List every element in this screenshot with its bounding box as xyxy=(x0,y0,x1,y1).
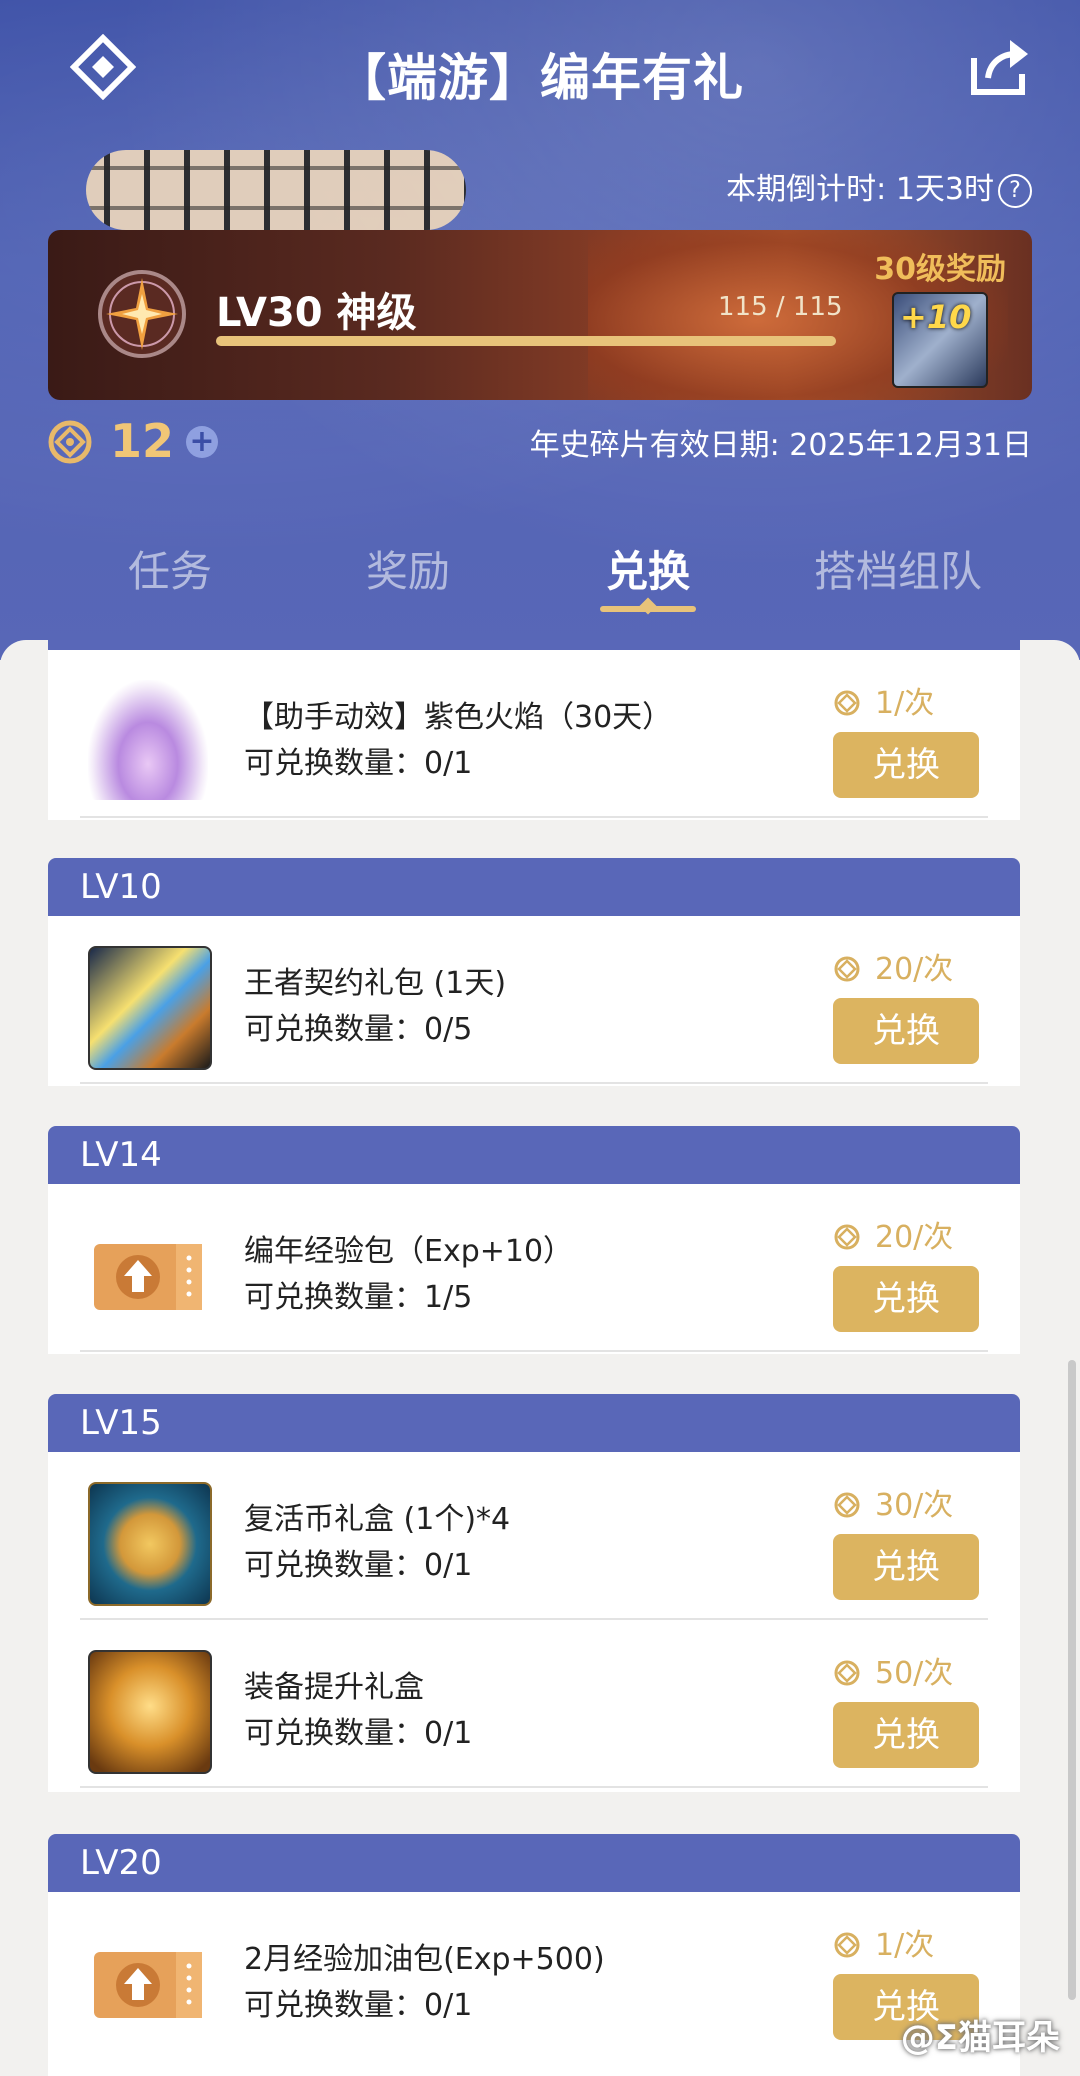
item-name: 复活币礼盒 (1个)*4 xyxy=(244,1502,511,1537)
group-header: LV10 xyxy=(48,858,1020,916)
item-count: 可兑换数量：0/1 xyxy=(244,1548,473,1583)
item-name: 【助手动效】紫色火焰（30天） xyxy=(244,700,673,735)
level-label: LV30 神级 xyxy=(216,290,417,336)
reward-label: 30级奖励 xyxy=(874,252,1006,287)
group-header: LV14 xyxy=(48,1126,1020,1184)
price-text: 50/次 xyxy=(875,1656,954,1691)
shard-coin-icon xyxy=(834,1492,860,1518)
item-name: 装备提升礼盒 xyxy=(244,1670,424,1705)
countdown-timer: 本期倒计时: 1天3时? xyxy=(726,164,1032,208)
shard-coin-icon xyxy=(834,1932,860,1958)
treasure-chest-icon xyxy=(88,1650,212,1774)
hero-banner: 【端游】编年有礼 本期倒计时: 1天3时? LV30 神级 115 / 115 … xyxy=(0,0,1080,660)
divider xyxy=(80,816,988,818)
tab-exchange[interactable]: 兑换 xyxy=(606,538,690,599)
shard-coin-icon xyxy=(834,1660,860,1686)
group-card: 编年经验包（Exp+10） 可兑换数量：1/5 20/次 兑换 xyxy=(48,1184,1020,1354)
xp-text: 115 / 115 xyxy=(718,292,843,322)
item-name: 王者契约礼包 (1天) xyxy=(244,966,507,1001)
divider xyxy=(80,1082,988,1084)
compass-emblem-icon xyxy=(98,270,186,358)
exchange-button[interactable]: 兑换 xyxy=(833,1266,979,1332)
exchange-button[interactable]: 兑换 xyxy=(833,732,979,798)
list-item: 王者契约礼包 (1天) 可兑换数量：0/5 20/次 兑换 xyxy=(48,916,1020,1084)
watermark: @Σ猫耳朵 xyxy=(900,2018,1060,2058)
divider xyxy=(80,1350,988,1352)
tab-partner-team[interactable]: 搭档组队 xyxy=(814,538,982,599)
item-count: 可兑换数量：0/5 xyxy=(244,1012,473,1047)
group-card: 王者契约礼包 (1天) 可兑换数量：0/5 20/次 兑换 xyxy=(48,916,1020,1086)
group-header xyxy=(48,640,1020,650)
list-item: 2月经验加油包(Exp+500) 可兑换数量：0/1 1/次 兑换 xyxy=(48,1892,1020,2060)
xp-progress-bar xyxy=(216,336,836,346)
exchange-button[interactable]: 兑换 xyxy=(833,998,979,1064)
group-card: 2月经验加油包(Exp+500) 可兑换数量：0/1 1/次 兑换 xyxy=(48,1892,1020,2076)
top-bar: 【端游】编年有礼 xyxy=(0,20,1080,110)
tab-tasks[interactable]: 任务 xyxy=(128,538,212,599)
shard-coin-icon xyxy=(834,690,860,716)
active-tab-indicator xyxy=(600,606,696,612)
group-card: 复活币礼盒 (1个)*4 可兑换数量：0/1 30/次 兑换 装备提升礼盒 可兑… xyxy=(48,1452,1020,1792)
king-contract-icon xyxy=(88,946,212,1070)
divider xyxy=(80,1786,988,1788)
item-name: 编年经验包（Exp+10） xyxy=(244,1234,574,1269)
item-count: 可兑换数量：0/1 xyxy=(244,1716,473,1751)
exchange-list[interactable]: 【助手动效】紫色火焰（30天） 可兑换数量：0/1 1/次 兑换 LV10 王者… xyxy=(0,640,1080,2076)
item-price: 30/次 xyxy=(833,1480,953,1524)
group-header: LV15 xyxy=(48,1394,1020,1452)
shard-coin-icon xyxy=(834,956,860,982)
item-price: 20/次 xyxy=(833,1212,953,1256)
purple-flame-icon xyxy=(88,680,208,800)
page-title: 【端游】编年有礼 xyxy=(336,49,744,107)
level-card: LV30 神级 115 / 115 30级奖励 +10 xyxy=(48,230,1032,400)
share-icon[interactable] xyxy=(966,34,1032,100)
shard-coin-icon xyxy=(834,1224,860,1250)
group-card: 【助手动效】紫色火焰（30天） 可兑换数量：0/1 1/次 兑换 xyxy=(48,650,1020,820)
xp-progress-fill xyxy=(216,336,836,346)
countdown-text: 本期倒计时: 1天3时 xyxy=(726,172,994,207)
scrollbar[interactable] xyxy=(1068,1360,1076,2000)
item-price: 50/次 xyxy=(833,1648,953,1692)
help-icon[interactable]: ? xyxy=(998,173,1032,208)
item-price: 20/次 xyxy=(833,944,953,988)
item-price: 1/次 xyxy=(833,678,934,722)
exp-ticket-icon xyxy=(94,1244,202,1310)
list-item: 编年经验包（Exp+10） 可兑换数量：1/5 20/次 兑换 xyxy=(48,1184,1020,1352)
tab-bar: 任务 奖励 兑换 搭档组队 xyxy=(0,530,1080,620)
add-shards-button[interactable]: + xyxy=(186,426,218,458)
price-text: 20/次 xyxy=(875,1220,954,1255)
price-text: 1/次 xyxy=(875,686,935,721)
list-item: 复活币礼盒 (1个)*4 可兑换数量：0/1 30/次 兑换 xyxy=(48,1452,1020,1620)
wallet-row: 12 + 年史碎片有效日期: 2025年12月31日 xyxy=(48,414,1032,474)
shard-count: 12 xyxy=(110,414,175,468)
list-item: 装备提升礼盒 可兑换数量：0/1 50/次 兑换 xyxy=(48,1620,1020,1788)
reward-badge: +10 xyxy=(900,298,972,336)
exchange-button[interactable]: 兑换 xyxy=(833,1534,979,1600)
shard-coin-icon xyxy=(48,420,92,464)
validity-text: 年史碎片有效日期: 2025年12月31日 xyxy=(529,428,1032,463)
avatar-mosaic-overlay xyxy=(86,150,466,230)
item-name: 2月经验加油包(Exp+500) xyxy=(244,1942,605,1977)
reward-item-icon[interactable]: +10 xyxy=(892,292,988,388)
item-count: 可兑换数量：0/1 xyxy=(244,746,473,781)
item-count: 可兑换数量：0/1 xyxy=(244,1988,473,2023)
price-text: 30/次 xyxy=(875,1488,954,1523)
price-text: 1/次 xyxy=(875,1928,935,1963)
revive-coin-icon xyxy=(88,1482,212,1606)
item-count: 可兑换数量：1/5 xyxy=(244,1280,473,1315)
item-price: 1/次 xyxy=(833,1920,934,1964)
group-header: LV20 xyxy=(48,1834,1020,1892)
exp-ticket-icon xyxy=(94,1952,202,2018)
price-text: 20/次 xyxy=(875,952,954,987)
list-item: 【助手动效】紫色火焰（30天） 可兑换数量：0/1 1/次 兑换 xyxy=(48,650,1020,818)
tab-rewards[interactable]: 奖励 xyxy=(366,538,450,599)
exchange-button[interactable]: 兑换 xyxy=(833,1702,979,1768)
